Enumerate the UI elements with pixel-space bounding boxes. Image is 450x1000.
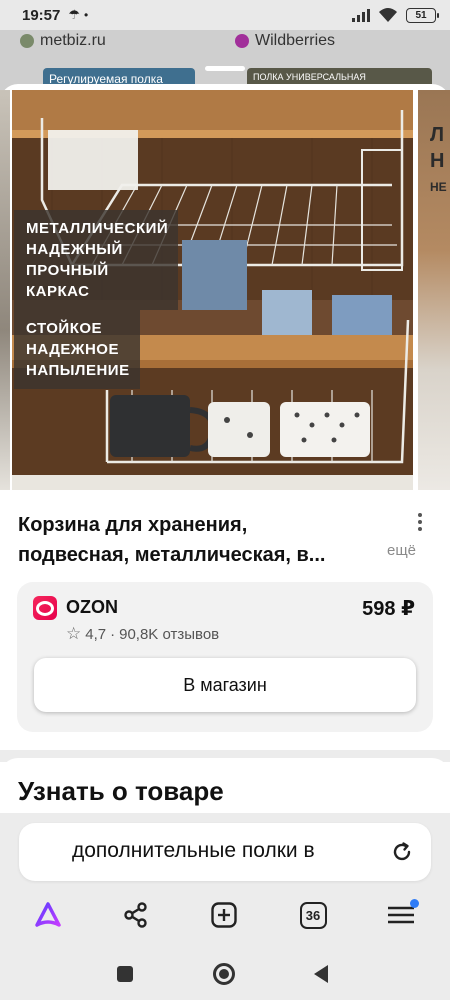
wifi-icon (379, 8, 397, 22)
refresh-icon[interactable] (389, 839, 415, 865)
search-query[interactable]: дополнительные полки в (72, 839, 315, 863)
home-icon[interactable] (211, 961, 237, 987)
battery-level: 51 (415, 9, 427, 21)
browser-toolbar: 36 (0, 893, 450, 937)
product-image[interactable]: МЕТАЛЛИЧЕСКИЙ НАДЕЖНЫЙ ПРОЧНЫЙ КАРКАС СТ… (12, 90, 413, 490)
browser-bottom-bar: дополнительные полки в 36 (0, 813, 450, 951)
system-navigation-bar (0, 951, 450, 1000)
rating-value: 4,7 (85, 625, 107, 643)
share-icon[interactable] (118, 897, 154, 933)
offer-card[interactable]: OZON 598 ₽ ☆ 4,7 · 90,8K отзывов В магаз… (17, 582, 433, 732)
caption-line: НАДЕЖНОЕ (26, 341, 119, 358)
tabs-count: 36 (299, 901, 327, 929)
rating-separator: · (110, 625, 116, 643)
bg-link-wildberries[interactable]: Wildberries (235, 32, 335, 50)
next-image-text: Л Н НЕ (430, 122, 447, 200)
tabs-button[interactable]: 36 (295, 897, 331, 933)
battery-icon: 51 (406, 7, 439, 23)
price: 598 ₽ (362, 598, 415, 620)
caption-line: НАПЫЛЕНИЕ (26, 362, 130, 379)
back-icon[interactable] (308, 961, 334, 987)
product-title-line2: подвесная, металлическая, в... (18, 544, 326, 566)
caption-line: ПРОЧНЫЙ (26, 262, 109, 279)
next-image-peek[interactable]: Л Н НЕ (418, 90, 450, 490)
image-caption-coating: СТОЙКОЕ НАДЕЖНОЕ НАПЫЛЕНИЕ (14, 310, 140, 389)
menu-icon[interactable] (383, 897, 419, 933)
sheet-drag-handle[interactable] (205, 66, 245, 71)
store-rating: ☆ 4,7 · 90,8K отзывов (66, 624, 219, 644)
wildberries-logo-icon (235, 34, 249, 48)
umbrella-icon: ☂ (68, 7, 81, 22)
next-image-text-line: Л (430, 124, 445, 146)
menu-notification-dot (410, 899, 419, 908)
show-more-link[interactable]: ещё (373, 542, 417, 559)
next-image-text-line: Н (430, 150, 445, 172)
caption-line: НАДЕЖНЫЙ (26, 241, 123, 258)
site-favicon-icon (20, 34, 34, 48)
signal-icon (352, 8, 370, 22)
bg-link-label: metbiz.ru (40, 32, 106, 49)
product-title: Корзина для хранения, подвесная, металли… (18, 510, 398, 570)
product-sheet: МЕТАЛЛИЧЕСКИЙ НАДЕЖНЫЙ ПРОЧНЫЙ КАРКАС СТ… (0, 84, 450, 750)
go-to-store-button[interactable]: В магазин (34, 658, 416, 712)
recent-apps-icon[interactable] (112, 961, 138, 987)
caption-line: КАРКАС (26, 283, 90, 300)
new-tab-icon[interactable] (206, 897, 242, 933)
bg-thumb-text: ПОЛКА УНИВЕРСАЛЬНАЯ (253, 72, 366, 82)
status-bar: 19:57 ☂ • 51 (0, 0, 450, 30)
search-bar[interactable]: дополнительные полки в (19, 823, 431, 881)
reviews-count: 90,8K отзывов (119, 625, 220, 643)
image-caption-frame: МЕТАЛЛИЧЕСКИЙ НАДЕЖНЫЙ ПРОЧНЫЙ КАРКАС (14, 210, 179, 310)
image-gallery[interactable]: МЕТАЛЛИЧЕСКИЙ НАДЕЖНЫЙ ПРОЧНЫЙ КАРКАС СТ… (0, 90, 450, 490)
ozon-logo-icon (33, 596, 57, 620)
status-time: 19:57 (22, 6, 61, 24)
store-name: OZON (66, 597, 118, 617)
caption-line: МЕТАЛЛИЧЕСКИЙ (26, 220, 169, 237)
product-title-line1: Корзина для хранения, (18, 514, 248, 536)
star-icon: ☆ (66, 624, 82, 643)
caption-line: СТОЙКОЕ (26, 320, 103, 337)
alice-assistant-icon[interactable] (30, 897, 66, 933)
product-info-section: Узнать о товаре (0, 758, 450, 818)
bg-link-metbiz[interactable]: metbiz.ru (20, 32, 106, 50)
notification-dot-icon: • (84, 8, 89, 22)
section-title: Узнать о товаре (18, 776, 224, 806)
bg-link-label: Wildberries (255, 32, 336, 49)
next-image-text-line: НЕ (430, 180, 447, 194)
more-options-icon[interactable] (411, 510, 429, 534)
prev-image-peek[interactable] (0, 90, 10, 490)
